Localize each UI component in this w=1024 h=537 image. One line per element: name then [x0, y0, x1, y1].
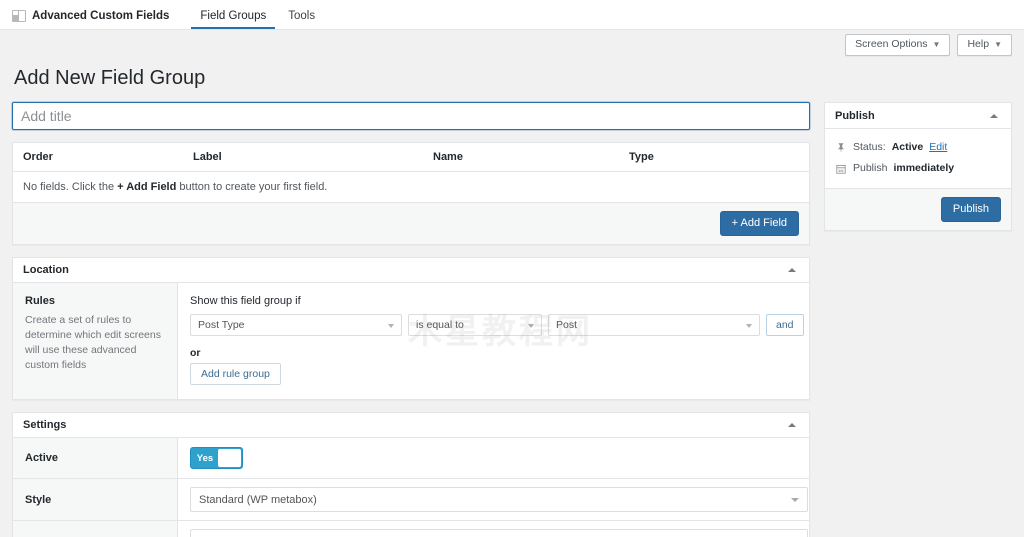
show-if-label: Show this field group if — [190, 295, 804, 307]
tab-field-groups[interactable]: Field Groups — [191, 10, 275, 29]
empty-message-pre: No fields. Click the — [23, 181, 117, 193]
setting-field-position: Normal (after content) — [178, 521, 820, 537]
content-columns: Order Label Name Type No fields. Click t… — [12, 102, 1012, 537]
location-body: Rules Create a set of rules to determine… — [13, 283, 809, 399]
publish-box-footer: Publish — [825, 188, 1011, 230]
collapse-toggle-location[interactable] — [782, 258, 802, 282]
column-order: Order — [13, 143, 183, 172]
empty-message: No fields. Click the + Add Field button … — [13, 172, 809, 203]
pin-icon — [835, 141, 847, 154]
column-name: Name — [423, 143, 619, 172]
active-toggle[interactable]: Yes — [190, 447, 243, 469]
page-wrap: Add New Field Group Order Label Name Typ… — [0, 66, 1024, 537]
add-field-button[interactable]: + Add Field — [720, 211, 799, 236]
or-label: or — [190, 347, 804, 359]
publish-schedule-line: Publish immediately — [835, 158, 1001, 179]
location-rules-info: Rules Create a set of rules to determine… — [13, 283, 178, 399]
publish-status-line: Status: Active Edit — [835, 137, 1001, 158]
chevron-down-icon: ▼ — [994, 41, 1002, 49]
tab-tools[interactable]: Tools — [279, 10, 324, 29]
column-label: Label — [183, 143, 423, 172]
publish-box: Publish Status: Active Edit — [824, 102, 1012, 231]
page-title: Add New Field Group — [14, 66, 1012, 90]
settings-panel-header: Settings — [13, 413, 809, 438]
rule-value-select[interactable]: Post — [548, 314, 760, 336]
active-toggle-label: Yes — [192, 453, 218, 464]
publish-status-prefix: Status: — [853, 140, 886, 155]
title-input[interactable] — [12, 102, 810, 130]
tab-field-groups-label: Field Groups — [200, 10, 266, 22]
fields-footer: + Add Field — [13, 203, 809, 244]
fields-table: Order Label Name Type No fields. Click t… — [13, 143, 809, 203]
column-type: Type — [619, 143, 809, 172]
location-panel: Location Rules Create a set of rules to … — [12, 257, 810, 400]
rule-operator-value: is equal to — [416, 319, 464, 331]
empty-message-bold: + Add Field — [117, 181, 176, 193]
setting-label-style: Style — [13, 479, 178, 520]
tab-tools-label: Tools — [288, 10, 315, 22]
add-rule-group-button[interactable]: Add rule group — [190, 363, 281, 385]
chevron-up-icon — [990, 114, 998, 118]
acf-logo-icon — [12, 10, 26, 22]
publish-schedule-value: immediately — [893, 161, 954, 176]
rule-param-select[interactable]: Post Type — [190, 314, 402, 336]
empty-message-post: button to create your first field. — [176, 181, 327, 193]
table-row-empty: No fields. Click the + Add Field button … — [13, 172, 809, 203]
chevron-down-icon: ▼ — [933, 41, 941, 49]
publish-schedule-prefix: Publish — [853, 161, 887, 176]
setting-label-position: Position — [13, 521, 178, 537]
calendar-icon — [835, 162, 847, 175]
publish-status-value: Active — [892, 140, 924, 155]
main-column: Order Label Name Type No fields. Click t… — [12, 102, 810, 537]
position-select[interactable]: Normal (after content) — [190, 529, 808, 537]
settings-panel: Settings Active Yes Style — [12, 412, 810, 537]
style-select[interactable]: Standard (WP metabox) — [190, 487, 808, 512]
rule-param-value: Post Type — [198, 319, 245, 331]
settings-section-title: Settings — [23, 419, 66, 431]
top-nav: Advanced Custom Fields Field Groups Tool… — [0, 0, 1024, 30]
chevron-up-icon — [788, 268, 796, 272]
publish-status-edit-link[interactable]: Edit — [929, 140, 947, 155]
rules-description: Create a set of rules to determine which… — [25, 313, 165, 373]
sidebar-column: Publish Status: Active Edit — [824, 102, 1012, 231]
screen-options-button[interactable]: Screen Options ▼ — [845, 34, 950, 56]
setting-row-position: Position Normal (after content) — [13, 521, 809, 537]
help-label: Help — [967, 38, 989, 51]
brand: Advanced Custom Fields — [12, 10, 169, 29]
brand-label: Advanced Custom Fields — [32, 10, 169, 22]
publish-button[interactable]: Publish — [941, 197, 1001, 222]
location-rules-editor: Show this field group if Post Type is eq… — [178, 283, 816, 399]
table-header-row: Order Label Name Type — [13, 143, 809, 172]
collapse-toggle-settings[interactable] — [782, 413, 802, 437]
setting-field-style: Standard (WP metabox) — [178, 479, 820, 520]
style-select-value: Standard (WP metabox) — [199, 494, 317, 506]
collapse-toggle-publish[interactable] — [984, 103, 1004, 128]
add-and-rule-button[interactable]: and — [766, 314, 804, 336]
location-section-title: Location — [23, 264, 69, 276]
help-button[interactable]: Help ▼ — [957, 34, 1012, 56]
rules-heading: Rules — [25, 295, 165, 307]
setting-row-style: Style Standard (WP metabox) — [13, 479, 809, 521]
rule-value-value: Post — [556, 319, 577, 331]
rule-row: Post Type is equal to Post and — [190, 314, 804, 336]
fields-panel: Order Label Name Type No fields. Click t… — [12, 142, 810, 245]
rule-operator-select[interactable]: is equal to — [408, 314, 542, 336]
publish-box-header: Publish — [825, 103, 1011, 129]
header-area: Screen Options ▼ Help ▼ — [0, 30, 1024, 66]
setting-field-active: Yes — [178, 439, 809, 477]
location-panel-header: Location — [13, 258, 809, 283]
setting-label-active: Active — [13, 438, 178, 478]
publish-box-body: Status: Active Edit Publish immediately — [825, 129, 1011, 188]
setting-row-active: Active Yes — [13, 438, 809, 479]
chevron-up-icon — [788, 423, 796, 427]
active-toggle-knob — [218, 449, 241, 467]
header-buttons: Screen Options ▼ Help ▼ — [845, 34, 1012, 56]
publish-box-title: Publish — [835, 110, 875, 122]
screen-options-label: Screen Options — [855, 38, 927, 51]
